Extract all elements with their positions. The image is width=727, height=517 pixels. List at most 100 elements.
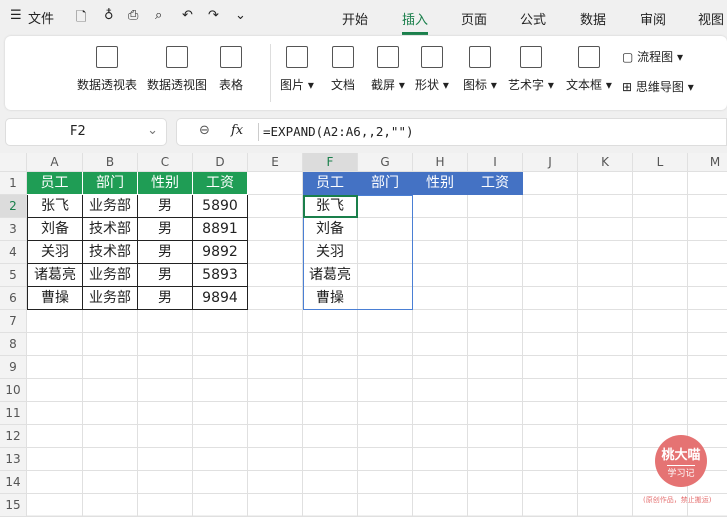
cell-B14[interactable] xyxy=(83,471,138,494)
cell-D15[interactable] xyxy=(193,494,248,517)
cell-M3[interactable] xyxy=(688,218,727,241)
cell-K14[interactable] xyxy=(578,471,633,494)
cell-G11[interactable] xyxy=(358,402,413,425)
mindmap-button[interactable]: ⊞ 思维导图 ▾ xyxy=(622,78,694,95)
column-header-E[interactable]: E xyxy=(248,153,303,172)
cell-H1[interactable]: 性别 xyxy=(413,172,468,195)
cell-L8[interactable] xyxy=(633,333,688,356)
cell-I7[interactable] xyxy=(468,310,523,333)
cell-K8[interactable] xyxy=(578,333,633,356)
file-menu[interactable]: 文件 xyxy=(28,8,54,27)
cell-B5[interactable]: 业务部 xyxy=(83,264,138,287)
cell-G4[interactable] xyxy=(358,241,413,264)
cell-I10[interactable] xyxy=(468,379,523,402)
cell-K6[interactable] xyxy=(578,287,633,310)
cell-C9[interactable] xyxy=(138,356,193,379)
cell-J14[interactable] xyxy=(523,471,578,494)
cell-D6[interactable]: 9894 xyxy=(193,287,248,310)
cell-G2[interactable] xyxy=(358,195,413,218)
cell-B10[interactable] xyxy=(83,379,138,402)
cell-D7[interactable] xyxy=(193,310,248,333)
column-header-K[interactable]: K xyxy=(578,153,633,172)
cell-A7[interactable] xyxy=(27,310,83,333)
cell-H14[interactable] xyxy=(413,471,468,494)
cell-D3[interactable]: 8891 xyxy=(193,218,248,241)
cell-B2[interactable]: 业务部 xyxy=(83,195,138,218)
column-header-A[interactable]: A xyxy=(27,153,83,172)
cell-D8[interactable] xyxy=(193,333,248,356)
column-header-B[interactable]: B xyxy=(83,153,138,172)
cell-G5[interactable] xyxy=(358,264,413,287)
cell-C10[interactable] xyxy=(138,379,193,402)
cell-M11[interactable] xyxy=(688,402,727,425)
select-all-corner[interactable] xyxy=(0,153,27,172)
tab-insert[interactable]: 插入 xyxy=(402,9,429,35)
cell-K15[interactable] xyxy=(578,494,633,517)
cell-K7[interactable] xyxy=(578,310,633,333)
cell-L3[interactable] xyxy=(633,218,688,241)
cell-H7[interactable] xyxy=(413,310,468,333)
cell-J4[interactable] xyxy=(523,241,578,264)
cell-M10[interactable] xyxy=(688,379,727,402)
formula-bar[interactable]: ⊖ fx =EXPAND(A2:A6,,2,"") xyxy=(176,118,727,146)
cell-B6[interactable]: 业务部 xyxy=(83,287,138,310)
cell-A3[interactable]: 刘备 xyxy=(27,218,83,241)
cell-I8[interactable] xyxy=(468,333,523,356)
column-header-H[interactable]: H xyxy=(413,153,468,172)
cell-K1[interactable] xyxy=(578,172,633,195)
cell-H10[interactable] xyxy=(413,379,468,402)
cell-I2[interactable] xyxy=(468,195,523,218)
cell-B4[interactable]: 技术部 xyxy=(83,241,138,264)
cell-A15[interactable] xyxy=(27,494,83,517)
cell-I4[interactable] xyxy=(468,241,523,264)
cell-B11[interactable] xyxy=(83,402,138,425)
cell-A10[interactable] xyxy=(27,379,83,402)
cell-B13[interactable] xyxy=(83,448,138,471)
cell-H12[interactable] xyxy=(413,425,468,448)
cell-H11[interactable] xyxy=(413,402,468,425)
tab-view[interactable]: 视图 xyxy=(698,9,724,28)
cell-F4[interactable]: 关羽 xyxy=(303,241,358,264)
tab-page[interactable]: 页面 xyxy=(461,9,487,28)
cell-K3[interactable] xyxy=(578,218,633,241)
cell-D5[interactable]: 5893 xyxy=(193,264,248,287)
cell-J6[interactable] xyxy=(523,287,578,310)
cell-I14[interactable] xyxy=(468,471,523,494)
cell-C1[interactable]: 性别 xyxy=(138,172,193,195)
format-painter-icon[interactable]: ♁ xyxy=(104,8,114,23)
row-header-15[interactable]: 15 xyxy=(0,494,27,517)
cell-A2[interactable]: 张飞 xyxy=(27,195,83,218)
ribbon-button-wordart[interactable]: 艺术字 ▾ xyxy=(508,46,554,93)
cell-F11[interactable] xyxy=(303,402,358,425)
ribbon-button-picture[interactable]: 图片 ▾ xyxy=(280,46,314,93)
cell-G15[interactable] xyxy=(358,494,413,517)
row-header-13[interactable]: 13 xyxy=(0,448,27,471)
cell-I5[interactable] xyxy=(468,264,523,287)
ribbon-button-pivot-chart[interactable]: 数据透视图 xyxy=(147,46,207,93)
cell-H6[interactable] xyxy=(413,287,468,310)
cell-K5[interactable] xyxy=(578,264,633,287)
row-header-7[interactable]: 7 xyxy=(0,310,27,333)
cell-C7[interactable] xyxy=(138,310,193,333)
cell-J13[interactable] xyxy=(523,448,578,471)
cell-K10[interactable] xyxy=(578,379,633,402)
row-header-10[interactable]: 10 xyxy=(0,379,27,402)
cell-B7[interactable] xyxy=(83,310,138,333)
cell-M2[interactable] xyxy=(688,195,727,218)
redo-icon[interactable]: ↷ xyxy=(208,8,219,23)
cell-E1[interactable] xyxy=(248,172,303,195)
cell-E6[interactable] xyxy=(248,287,303,310)
column-header-F[interactable]: F xyxy=(303,153,358,172)
cell-L9[interactable] xyxy=(633,356,688,379)
cell-A5[interactable]: 诸葛亮 xyxy=(27,264,83,287)
cell-K12[interactable] xyxy=(578,425,633,448)
cell-G12[interactable] xyxy=(358,425,413,448)
chevron-down-icon[interactable]: ⌄ xyxy=(147,123,158,138)
column-header-L[interactable]: L xyxy=(633,153,688,172)
tab-review[interactable]: 审阅 xyxy=(640,9,666,28)
cell-F15[interactable] xyxy=(303,494,358,517)
tab-start[interactable]: 开始 xyxy=(342,9,368,28)
row-header-4[interactable]: 4 xyxy=(0,241,27,264)
cell-J1[interactable] xyxy=(523,172,578,195)
cell-I15[interactable] xyxy=(468,494,523,517)
